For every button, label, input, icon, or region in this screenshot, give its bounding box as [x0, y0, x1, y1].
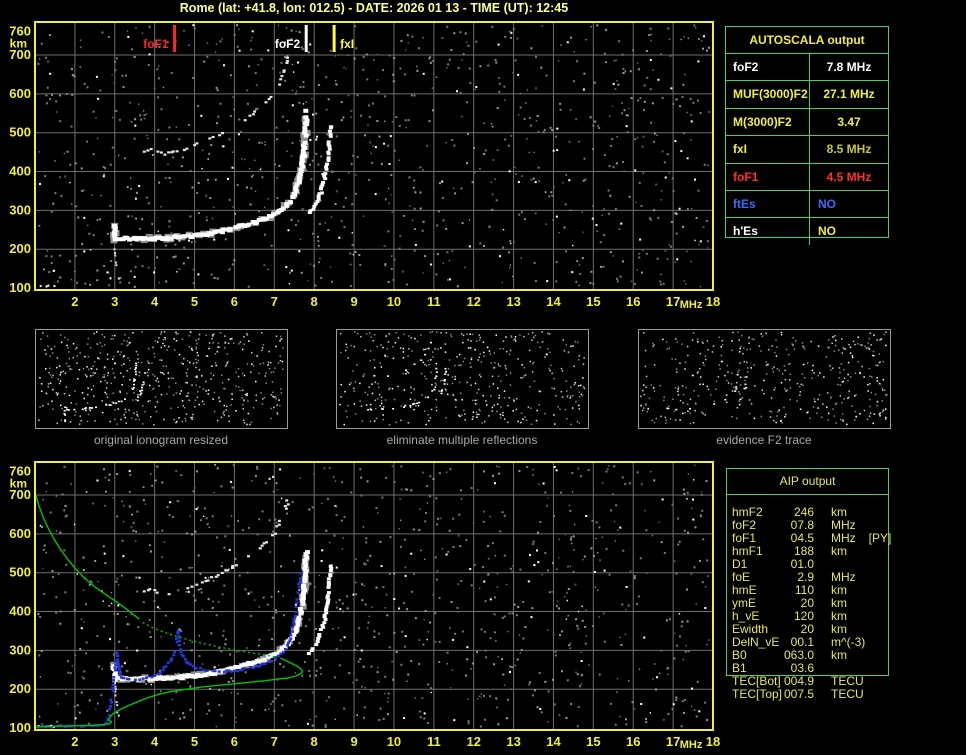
svg-text:4: 4 — [151, 734, 159, 749]
svg-text:13: 13 — [506, 734, 520, 749]
svg-text:4: 4 — [151, 294, 159, 309]
aip-row-TEC[Top]: TEC[Top]007.5 TECU — [732, 688, 952, 701]
svg-text:500: 500 — [9, 125, 31, 140]
autoscala-param: MUF(3000)F2 — [726, 81, 810, 107]
autoscala-value: 27.1 MHz — [810, 81, 888, 107]
aip-row-hmF1: hmF1188km — [732, 545, 952, 558]
svg-text:13: 13 — [506, 294, 520, 309]
autoscala-screen: { "header": { "title": "Rome (lat: +41.8… — [0, 0, 966, 755]
svg-text:6: 6 — [231, 294, 238, 309]
svg-text:km: km — [10, 477, 27, 491]
svg-text:2: 2 — [71, 734, 78, 749]
svg-text:9: 9 — [350, 294, 357, 309]
svg-text:18: 18 — [706, 294, 720, 309]
svg-text:3: 3 — [111, 294, 118, 309]
svg-text:12: 12 — [466, 294, 480, 309]
svg-text:16: 16 — [626, 294, 640, 309]
aip-value: 007.5 — [782, 688, 814, 701]
aip-unit: TECU — [831, 688, 864, 701]
svg-text:6: 6 — [231, 734, 238, 749]
svg-text:fxI: fxI — [340, 37, 354, 51]
svg-text:5: 5 — [191, 734, 198, 749]
autoscala-param: h'Es — [726, 218, 810, 244]
autoscala-table-title: AUTOSCALA output — [726, 27, 888, 54]
svg-text:17: 17 — [666, 734, 680, 749]
autoscala-param: ftEs — [726, 191, 810, 217]
autoscala-row-h'Es: h'EsNO — [726, 218, 888, 244]
svg-text:200: 200 — [9, 241, 31, 256]
autoscala-row-foF2: foF27.8 MHz — [726, 54, 888, 81]
svg-text:11: 11 — [427, 294, 441, 309]
thumbnail-f2-trace-plot — [639, 330, 891, 429]
autoscala-param: foF2 — [726, 54, 810, 80]
svg-text:14: 14 — [546, 294, 561, 309]
thumbnail-no-multiples-plot — [337, 330, 589, 429]
svg-text:16: 16 — [626, 734, 640, 749]
aip-table-title: AIP output — [727, 469, 888, 495]
thumbnail-caption-evidence-f2: evidence F2 trace — [638, 433, 890, 447]
autoscala-param: foF1 — [726, 164, 810, 190]
autoscala-value: NO — [810, 191, 888, 217]
svg-text:14: 14 — [546, 734, 561, 749]
svg-text:11: 11 — [427, 734, 441, 749]
thumbnail-caption-eliminate-multiples: eliminate multiple reflections — [336, 433, 588, 447]
autoscala-table-body: foF27.8 MHzMUF(3000)F227.1 MHzM(3000)F23… — [726, 54, 888, 245]
autoscala-ionogram: foF1foF2fxI760700600500400300200100km234… — [9, 22, 720, 311]
svg-text:8: 8 — [311, 734, 318, 749]
autoscala-value: 8.5 MHz — [810, 136, 888, 162]
autoscala-value: 4.5 MHz — [810, 164, 888, 190]
svg-text:200: 200 — [9, 681, 31, 696]
svg-text:foF2: foF2 — [275, 37, 301, 51]
aip-table-body: hmF2246kmfoF207.8MHzfoF104.5MHz[PY]hmF11… — [732, 506, 952, 701]
svg-text:500: 500 — [9, 565, 31, 580]
autoscala-row-MUF(3000)F2: MUF(3000)F227.1 MHz — [726, 81, 888, 108]
autoscala-param: M(3000)F2 — [726, 109, 810, 135]
autoscala-value: NO — [810, 218, 888, 244]
svg-text:MHz: MHz — [680, 739, 703, 751]
autoscala-row-M(3000)F2: M(3000)F23.47 — [726, 109, 888, 136]
svg-text:MHz: MHz — [680, 299, 703, 311]
svg-text:100: 100 — [9, 280, 31, 295]
aip-row-B0: B0063.0km — [732, 649, 952, 662]
svg-text:400: 400 — [9, 604, 31, 619]
svg-text:400: 400 — [9, 164, 31, 179]
svg-text:10: 10 — [387, 734, 401, 749]
svg-text:300: 300 — [9, 642, 31, 657]
svg-text:7: 7 — [271, 734, 278, 749]
autoscala-row-fxI: fxI8.5 MHz — [726, 136, 888, 163]
autoscala-value: 7.8 MHz — [810, 54, 888, 80]
autoscala-row-foF1: foF14.5 MHz — [726, 164, 888, 191]
svg-text:15: 15 — [586, 734, 600, 749]
autoscala-param: fxI — [726, 136, 810, 162]
svg-text:600: 600 — [9, 526, 31, 541]
svg-text:7: 7 — [271, 294, 278, 309]
svg-text:km: km — [10, 37, 27, 51]
autoscala-value: 3.47 — [810, 109, 888, 135]
aip-profile-ionogram: 760700600500400300200100km23456789101112… — [9, 462, 720, 751]
svg-text:10: 10 — [387, 294, 401, 309]
svg-text:3: 3 — [111, 734, 118, 749]
svg-text:2: 2 — [71, 294, 78, 309]
svg-text:5: 5 — [191, 294, 198, 309]
svg-text:9: 9 — [350, 734, 357, 749]
svg-text:12: 12 — [466, 734, 480, 749]
svg-text:17: 17 — [666, 294, 680, 309]
svg-text:8: 8 — [311, 294, 318, 309]
thumbnail-original-plot — [36, 330, 288, 429]
aip-param: TEC[Top] — [732, 688, 782, 701]
aip-unit: km — [831, 545, 847, 558]
svg-text:foF1: foF1 — [143, 37, 169, 51]
thumbnail-caption-original: original ionogram resized — [35, 433, 287, 447]
aip-note: [PY] — [869, 532, 892, 545]
svg-text:600: 600 — [9, 86, 31, 101]
autoscala-row-ftEs: ftEsNO — [726, 191, 888, 218]
aip-unit: km — [831, 649, 847, 662]
svg-text:300: 300 — [9, 202, 31, 217]
svg-text:100: 100 — [9, 720, 31, 735]
svg-text:15: 15 — [586, 294, 600, 309]
svg-text:18: 18 — [706, 734, 720, 749]
autoscala-table: AUTOSCALA output foF27.8 MHzMUF(3000)F22… — [725, 26, 889, 238]
